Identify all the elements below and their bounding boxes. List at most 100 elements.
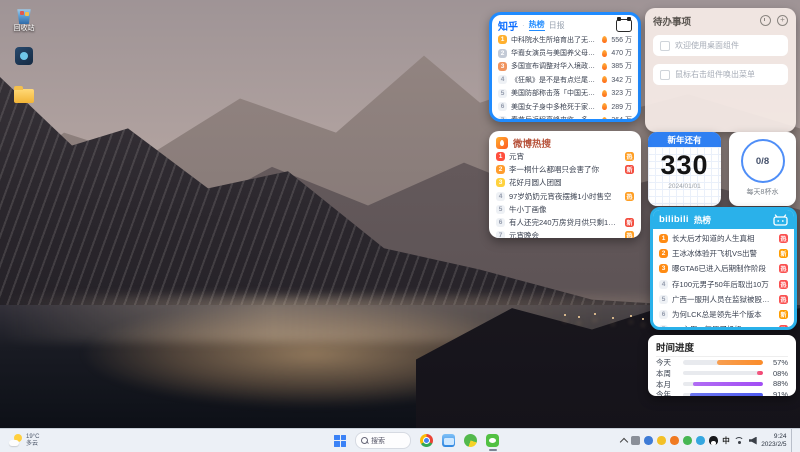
bilibili-item[interactable]: 1 长大后才知道的人生真相热 <box>659 231 788 246</box>
status-badge: 热 <box>779 325 788 330</box>
rank-badge: 2 <box>659 249 668 258</box>
water-progress-ring[interactable]: 0/8 <box>741 139 785 183</box>
volume-icon[interactable] <box>749 437 757 445</box>
todo-checkbox[interactable] <box>660 41 670 51</box>
status-badge: 新 <box>625 165 634 174</box>
add-todo-icon[interactable]: + <box>777 15 788 26</box>
zhihu-list: 1中科院水生所培育出了无刺鲫鱼，80…556 万2华裔女演员与美国养父母的纠纷引… <box>498 33 632 122</box>
chrome-icon[interactable] <box>420 434 433 447</box>
tray-app-green-icon[interactable] <box>683 436 692 445</box>
tray-app-skyblue-icon[interactable] <box>696 436 705 445</box>
weibo-item[interactable]: 7元宵晚会热 <box>496 229 634 238</box>
progress-percent: 91% <box>768 390 788 396</box>
zhihu-item[interactable]: 6美国女子身中多枪死于家门口，凶…289 万 <box>498 100 632 113</box>
rank-badge: 7 <box>659 325 668 330</box>
item-title: 中科院水生所培育出了无刺鲫鱼，80… <box>511 35 598 45</box>
zhihu-item[interactable]: 3多国宣布调整对华入境政策释放了什么信…385 万 <box>498 60 632 73</box>
progress-label: 今年 <box>656 389 678 396</box>
zhihu-item[interactable]: 4《狂飙》是不是有点烂尾了？342 万 <box>498 73 632 86</box>
search-box[interactable]: 搜索 <box>355 432 411 449</box>
todo-item[interactable]: 鼠标右击组件唤出菜单 <box>653 64 788 85</box>
tray-clock[interactable]: 9:24 2023/2/5 <box>761 433 786 448</box>
todo-list: 欢迎使用桌面组件鼠标右击组件唤出菜单 <box>653 35 788 85</box>
rank-badge: 7 <box>496 231 505 238</box>
progress-track <box>683 382 763 387</box>
tray-qq-icon[interactable] <box>709 436 718 445</box>
progress-fill <box>693 382 763 387</box>
input-method-indicator[interactable]: 中 <box>722 435 730 446</box>
zhihu-item[interactable]: 7春节后返程高峰来临，多地高速拥堵…264 万 <box>498 113 632 122</box>
weibo-title: 微博热搜 <box>513 136 551 150</box>
progress-fill <box>690 393 763 396</box>
tray-shield-icon[interactable] <box>631 436 640 445</box>
flame-icon <box>602 103 607 110</box>
zhihu-item[interactable]: 1中科院水生所培育出了无刺鲫鱼，80…556 万 <box>498 33 632 46</box>
status-badge: 热 <box>779 280 788 289</box>
weibo-list: 1元宵热2李一桐什么都唱只会害了你新3花好月圆人团圆497岁奶奶元宵夜摆摊1小时… <box>496 150 634 238</box>
tray-app-orange-icon[interactable] <box>670 436 679 445</box>
weibo-item[interactable]: 3花好月圆人团圆 <box>496 176 634 189</box>
todo-text: 鼠标右击组件唤出菜单 <box>675 69 755 80</box>
weather-cond: 多云 <box>26 441 39 448</box>
wifi-icon[interactable] <box>734 437 744 444</box>
desktop-icon-app[interactable] <box>4 47 44 66</box>
browser-360-icon[interactable] <box>464 434 477 447</box>
taskbar: 19°C 多云 搜索 中 9:24 2023/2/5 <box>0 428 800 452</box>
progress-track <box>683 393 763 396</box>
wechat-icon[interactable] <box>486 434 499 447</box>
taskbar-weather-widget[interactable]: 19°C 多云 <box>0 434 39 447</box>
flame-icon <box>602 117 607 122</box>
status-badge: 热 <box>625 231 634 238</box>
water-progress-value: 0/8 <box>756 156 769 167</box>
start-button[interactable] <box>334 435 346 447</box>
weibo-item[interactable]: 6有人还完240万房贷月供只剩1块多新 <box>496 216 634 229</box>
desktop-icon-recycle-bin[interactable]: 回收站 <box>4 6 44 33</box>
tray-chevron-up-icon[interactable] <box>619 437 627 445</box>
rank-badge: 1 <box>659 234 668 243</box>
bilibili-tab-hot[interactable]: 热榜 <box>694 214 711 226</box>
tab-daily[interactable]: 日报 <box>549 20 565 31</box>
zhihu-item[interactable]: 5美国防部称击落「中国无人飞艇」，自己…323 万 <box>498 87 632 100</box>
file-explorer-icon[interactable] <box>442 434 455 447</box>
weibo-item[interactable]: 1元宵热 <box>496 150 634 163</box>
weibo-item[interactable]: 5牛小丁画像 <box>496 203 634 216</box>
rank-badge: 4 <box>498 75 507 84</box>
new-year-countdown-widget: 新年还有 330 2024/01/01 <box>648 132 721 206</box>
progress-label: 本月 <box>656 379 678 390</box>
rank-badge: 3 <box>659 264 668 273</box>
progress-percent: 57% <box>768 358 788 367</box>
show-desktop-button[interactable] <box>791 429 795 452</box>
bilibili-item[interactable]: 6为何LCK总是领先半个版本新 <box>659 307 788 322</box>
bilibili-item[interactable]: 7UP主用AI复原了奶奶热 <box>659 322 788 330</box>
flame-icon <box>602 90 607 97</box>
bilibili-item[interactable]: 2王冰冰体验开飞机VS出警新 <box>659 246 788 261</box>
bilibili-item[interactable]: 3曝GTA6已进入后期制作阶段热 <box>659 261 788 276</box>
item-title: 存100元男子50年后取出10万 <box>672 279 775 290</box>
tray-app-blue-icon[interactable] <box>644 436 653 445</box>
tab-hot[interactable]: 热榜 <box>529 19 545 31</box>
tray-time: 9:24 <box>761 433 786 441</box>
separator: · <box>522 21 525 30</box>
weibo-item[interactable]: 497岁奶奶元宵夜摆摊1小时售空热 <box>496 190 634 203</box>
status-badge: 新 <box>625 218 634 227</box>
bilibili-item[interactable]: 4存100元男子50年后取出10万热 <box>659 277 788 292</box>
weather-icon <box>9 434 22 447</box>
time-progress-row: 本周08% <box>656 368 788 379</box>
tray-icon-group <box>631 436 718 445</box>
item-title: 《狂飙》是不是有点烂尾了？ <box>511 75 598 85</box>
clock-icon[interactable] <box>760 15 771 26</box>
bilibili-item[interactable]: 5广西一服刑人员在监狱被殴打致死热 <box>659 292 788 307</box>
tray-app-yellow-icon[interactable] <box>657 436 666 445</box>
todo-title: 待办事项 <box>653 14 691 28</box>
item-title: 美国防部称击落「中国无人飞艇」，自己… <box>511 88 598 98</box>
bilibili-logo: bilibili <box>659 214 689 225</box>
todo-item[interactable]: 欢迎使用桌面组件 <box>653 35 788 56</box>
item-title: 长大后才知道的人生真相 <box>672 233 775 244</box>
todo-checkbox[interactable] <box>660 70 670 80</box>
status-badge: 热 <box>779 234 788 243</box>
weibo-item[interactable]: 2李一桐什么都唱只会害了你新 <box>496 163 634 176</box>
zhihu-item[interactable]: 2华裔女演员与美国养父母的纠纷引发2千…470 万 <box>498 46 632 59</box>
rank-badge: 3 <box>498 62 507 71</box>
desktop-icon-folder[interactable] <box>4 86 44 104</box>
rank-badge: 7 <box>498 116 507 122</box>
